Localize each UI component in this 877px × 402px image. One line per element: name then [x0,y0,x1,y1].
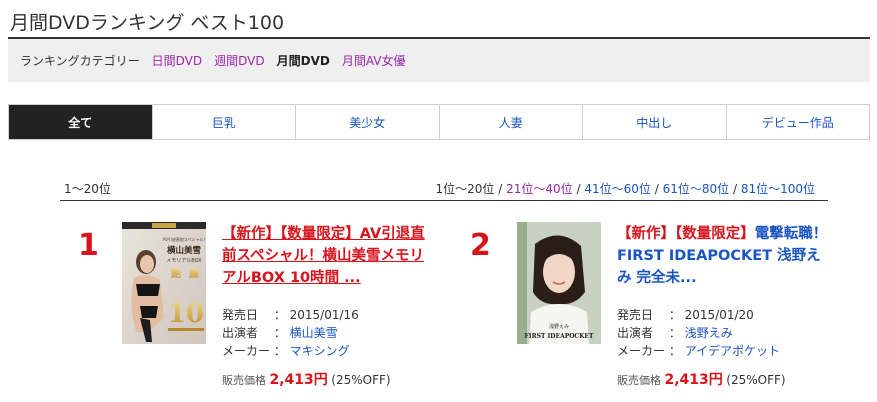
tab-nakadashi[interactable]: 中出し [582,105,726,139]
maker-link[interactable]: マキシング [290,344,350,358]
page-title: 月間DVDランキング ベスト100 [10,12,285,34]
cover-text: 10 [168,299,204,329]
tab-hitozuma[interactable]: 人妻 [438,105,583,139]
price-block: 販売価格 2,413円 (25%OFF) [222,369,391,389]
rank-number: 2 [470,228,491,263]
current-range-label: 1〜20位 [64,182,111,196]
ranking-category-bar: ランキングカテゴリー 日間DVD 週間DVD 月間DVD 月間AV女優 [8,39,870,82]
performer-link[interactable]: 横山美雪 [290,326,338,340]
product-meta: 発売日 ： 2015/01/16 出演者 ： 横山美雪 メーカー ： マキシング [222,308,359,358]
release-date-label: 発売日 [222,308,259,322]
cover-text: 艶 [171,267,181,280]
range-pagination: 1位〜20位 / 21位〜40位 / 41位〜60位 / 61位〜80位 / 8… [436,180,815,197]
performer-label: 出演者 [617,326,654,340]
cover-text: FIRST IDEAPOCKET [525,333,594,340]
product-cover-image[interactable]: AV引退直前スペシャル! 横山美雪 メモリアルBOX 艶 麗 10 [122,222,206,344]
maker-label: メーカー [617,344,666,358]
tab-kyonyu[interactable]: 巨乳 [151,105,296,139]
price-label: 販売価格 [617,374,661,387]
price-value: 2,413円 [664,372,723,388]
cover-text: 麗 [189,268,199,280]
title-new-badge: 【新作】【数量限定】 [617,226,755,242]
price-label: 販売価格 [222,374,266,387]
range-link-21-40[interactable]: 21位〜40位 [506,182,573,196]
maker-label: メーカー [222,344,271,358]
maker-link[interactable]: アイデアポケット [685,344,780,358]
discount-value: (25%OFF) [331,373,391,387]
ranking-category-label: ランキングカテゴリー [20,54,140,68]
release-date: 2015/01/16 [289,308,359,322]
product-cover-image[interactable]: 浅野えみ FIRST IDEAPOCKET [517,222,601,344]
cover-text: メモリアルBOX [166,258,202,264]
cover-text: AV引退直前スペシャル! [163,236,206,242]
range-link-61-80[interactable]: 61位〜80位 [663,182,730,196]
category-link-monthly[interactable]: 月間DVD [277,52,330,69]
cover-text: 浅野えみ [549,323,569,330]
price-value: 2,413円 [269,372,328,388]
rank-number: 1 [78,228,99,263]
range-separator: / [498,182,507,196]
genre-tabs: 全て 巨乳 美少女 人妻 中出し デビュー作品 [8,104,870,140]
tab-debut[interactable]: デビュー作品 [725,105,870,139]
category-link-daily[interactable]: 日間DVD [152,52,202,69]
range-divider [60,200,828,201]
release-date-label: 発売日 [617,308,654,322]
tab-all[interactable]: 全て [9,105,152,139]
cover-text: 横山美雪 [166,245,202,256]
range-link-81-100[interactable]: 81位〜100位 [741,182,815,196]
product-meta: 発売日 ： 2015/01/20 出演者 ： 浅野えみ メーカー ： アイデアポ… [617,308,781,358]
release-date: 2015/01/20 [684,308,754,322]
range-link-1-20[interactable]: 1位〜20位 [436,182,495,196]
category-link-weekly[interactable]: 週間DVD [214,52,264,69]
discount-value: (25%OFF) [726,373,786,387]
range-separator: / [732,182,741,196]
product-title-link[interactable]: 【新作】【数量限定】電撃転職！FIRST IDEAPOCKET 浅野えみ 完全未… [617,223,831,289]
product-title-link[interactable]: 【新作】【数量限定】AV引退直前スペシャル！横山美雪メモリアルBOX 10時間 … [222,223,436,289]
price-block: 販売価格 2,413円 (25%OFF) [617,369,786,389]
performer-link[interactable]: 浅野えみ [685,326,733,340]
performer-label: 出演者 [222,326,259,340]
category-link-monthly-actress[interactable]: 月間AV女優 [342,52,406,69]
range-link-41-60[interactable]: 41位〜60位 [584,182,651,196]
tab-bishoujo[interactable]: 美少女 [295,105,439,139]
range-separator: / [654,182,663,196]
